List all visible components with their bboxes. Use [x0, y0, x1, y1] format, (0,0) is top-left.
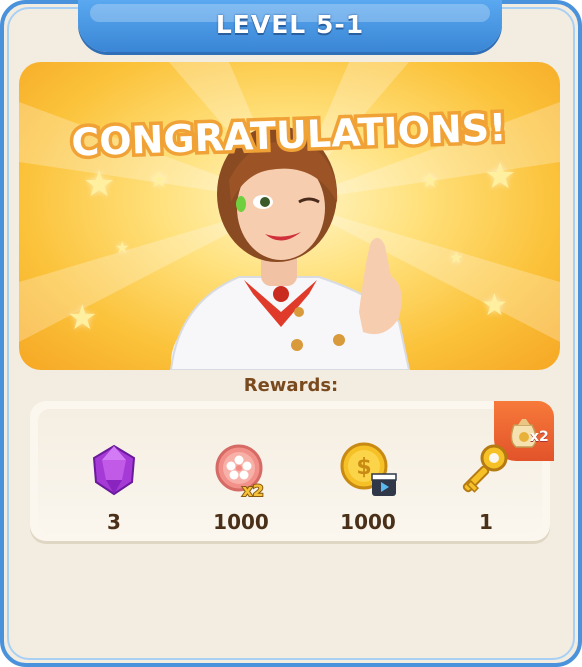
reward-gem: 3 — [69, 440, 159, 534]
level-title: LEVEL 5-1 — [215, 10, 365, 39]
svg-text:x2: x2 — [242, 481, 263, 500]
rewards-label: Rewards: — [243, 375, 339, 396]
congratulations-banner: ★ ★ ★ ★ ★ ★ ★ ★ CONGRATULATIONS! — [19, 62, 560, 370]
svg-text:$: $ — [356, 455, 371, 480]
key-icon — [462, 444, 508, 493]
congratulations-headline: CONGRATULATIONS! — [67, 102, 510, 168]
gem-icon — [92, 444, 136, 496]
reward-key: 1 — [441, 440, 531, 534]
reward-value: 1 — [479, 510, 493, 534]
reward-value: 1000 — [340, 510, 396, 534]
sakura-token-icon: x2 — [215, 444, 265, 500]
reward-value: 1000 — [213, 510, 269, 534]
svg-text:CONGRATULATIONS!: CONGRATULATIONS! — [71, 105, 507, 164]
coin-video-icon: $ — [340, 442, 397, 496]
bonus-multiplier: x2 — [530, 429, 549, 445]
reward-coin-video: $ 1000 — [323, 440, 413, 534]
title-banner: LEVEL 5-1 — [78, 0, 502, 52]
reward-value: 3 — [107, 510, 121, 534]
reward-sakura-token: x2 1000 — [196, 440, 286, 534]
